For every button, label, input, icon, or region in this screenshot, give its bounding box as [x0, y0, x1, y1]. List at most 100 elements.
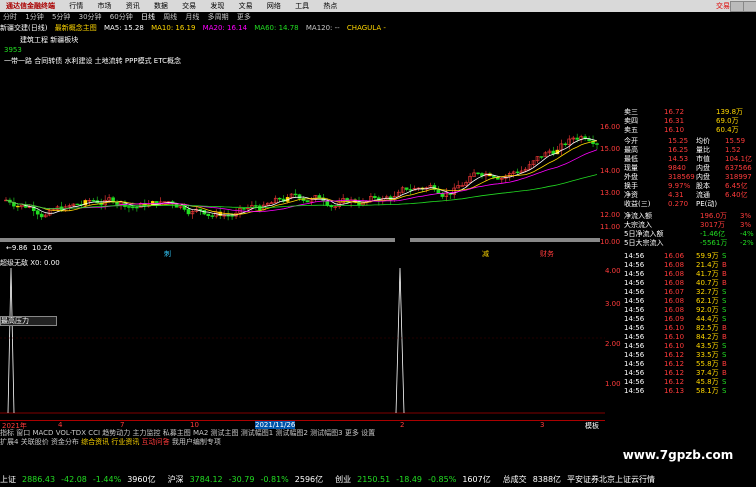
flow-label: 5日大宗流入 — [624, 239, 664, 247]
tick-price: 16.13 — [664, 387, 685, 395]
tick-price: 16.12 — [664, 378, 685, 386]
menu-item[interactable]: 发现 — [204, 0, 230, 12]
indicator-tab[interactable]: 测试幅图1 — [241, 429, 273, 437]
tick-side: S — [722, 342, 727, 350]
stat-row: 现量 9840 内盘 637566 — [600, 164, 756, 173]
index-quote[interactable]: 创业 2150.51 -18.49 -0.85% 1607亿 — [335, 475, 497, 484]
indicator-tab[interactable]: 窗口 — [16, 429, 30, 437]
indicator-tab[interactable]: 测试幅图2 — [275, 429, 307, 437]
menu-item[interactable]: 市场 — [91, 0, 117, 12]
period-tab[interactable]: 周线 — [160, 12, 180, 22]
flow-label: 5日净流入额 — [624, 230, 664, 238]
flow-pct: -2% — [740, 239, 754, 247]
tick-row: 14:56 16.10 82.5万 B — [600, 324, 756, 333]
stat-value: 6.45亿 — [725, 182, 748, 190]
indicator-tab[interactable]: CCI — [88, 429, 100, 437]
stat-label: 换手 — [624, 182, 638, 190]
index-chg: -30.79 — [228, 475, 255, 484]
indicator-name[interactable]: 最新概念主图 — [55, 24, 97, 32]
period-tab-selected[interactable]: 日线 — [138, 12, 158, 22]
menu-item[interactable]: 数据 — [148, 0, 174, 12]
indicator-tab[interactable]: 测试幅图3 — [310, 429, 342, 437]
stat-value: 637566 — [725, 164, 752, 172]
info-tab[interactable]: 行业资讯 — [111, 438, 139, 446]
sell-label: 卖三 — [624, 108, 638, 116]
tick-vol: 37.4万 — [696, 369, 719, 377]
flow-row: 大宗流入 3017万 3% — [600, 221, 756, 230]
menu-item[interactable]: 行情 — [63, 0, 89, 12]
stat-value: 9.97% — [668, 182, 691, 190]
stat-value: 318997 — [725, 173, 752, 181]
indicator-tab[interactable]: 设置 — [361, 429, 375, 437]
info-tab[interactable]: 互动问答 — [142, 438, 170, 446]
tick-side: B — [722, 324, 727, 332]
info-tab[interactable]: 扩展4 — [0, 438, 18, 446]
stat-row: 收益(三) 0.270 PE(动) — [600, 200, 756, 209]
period-tab[interactable]: 多周期 — [205, 12, 232, 22]
indicator-tab[interactable]: 主力监控 — [133, 429, 161, 437]
extra-label: CHAGULA - — [346, 24, 386, 32]
info-tab[interactable]: 关联股价 — [21, 438, 49, 446]
indicator-tab[interactable]: VOL-TDX — [56, 429, 86, 437]
stat-value: 104.1亿 — [725, 155, 753, 163]
info-tab[interactable]: 综合资讯 — [81, 438, 109, 446]
indicator-tabs: 指标 窗口 MACD VOL-TDX CCI 趋势动力 主力监控 私募主图 MA… — [0, 429, 605, 438]
period-tab[interactable]: 1分钟 — [22, 12, 46, 22]
stat-label: 内盘 — [696, 173, 710, 181]
indicator-tab[interactable]: 趋势动力 — [102, 429, 130, 437]
sub-indicator-chart[interactable] — [0, 258, 605, 418]
indicator-tab[interactable]: 指标 — [0, 429, 14, 437]
quote-panel: 卖三 16.72 139.8万 卖四 16.31 69.0万 卖五 16.10 60.4万 今开 1… — [600, 108, 756, 438]
flow-label: 大宗流入 — [624, 221, 652, 229]
spike-2 — [395, 267, 405, 414]
menu-item[interactable]: 热点 — [317, 0, 343, 12]
tick-vol: 43.5万 — [696, 342, 719, 350]
indicator-tab[interactable]: MACD — [32, 429, 53, 437]
close-icon[interactable] — [743, 1, 756, 12]
menu-item[interactable]: 网络 — [261, 0, 287, 12]
candle-body — [373, 196, 377, 199]
menu-bar: 通达信金融终端 行情 市场 资讯 数据 交易 发现 文易 网络 工具 热点 交易 — [0, 0, 756, 12]
candlestick-chart[interactable] — [0, 33, 605, 248]
tick-price: 16.12 — [664, 369, 685, 377]
tick-vol: 41.7万 — [696, 270, 719, 278]
period-tab[interactable]: 5分钟 — [49, 12, 73, 22]
period-tab[interactable]: 分时 — [0, 12, 20, 22]
candle-body — [277, 197, 282, 200]
candle-body — [131, 206, 135, 209]
tick-side: B — [722, 261, 727, 269]
indicator-tab[interactable]: 私募主图 — [163, 429, 191, 437]
stat-value: 15.25 — [668, 137, 689, 145]
period-tab[interactable]: 60分钟 — [107, 12, 136, 22]
index-quote[interactable]: 上证 2886.43 -42.08 -1.44% 3960亿 — [0, 475, 162, 484]
index-amt: 2596亿 — [294, 475, 324, 484]
tick-vol: 62.1万 — [696, 297, 719, 305]
tick-time: 14:56 — [624, 360, 645, 368]
index-quote[interactable]: 沪深 3784.12 -30.79 -0.81% 2596亿 — [168, 475, 330, 484]
tick-vol: 44.4万 — [696, 315, 719, 323]
status-extra: 平安证券北京上证云行情 — [567, 475, 656, 484]
tick-side: S — [722, 306, 727, 314]
menu-item[interactable]: 工具 — [289, 0, 315, 12]
info-tab[interactable]: 我用户编制专项 — [172, 438, 221, 446]
indicator-tab[interactable]: 测试主图 — [211, 429, 239, 437]
candle-body — [210, 215, 215, 217]
timeline: 2021年 4 7 10 2021/11/26 2 3 模板 — [0, 420, 605, 430]
period-tab[interactable]: 月线 — [182, 12, 202, 22]
indicator-tab[interactable]: 更多 — [345, 429, 359, 437]
menu-item[interactable]: 交易 — [176, 0, 202, 12]
index-chg: -42.08 — [61, 475, 87, 484]
tick-side: S — [722, 378, 727, 386]
menu-item[interactable]: 文易 — [233, 0, 259, 12]
period-tab[interactable]: 更多 — [234, 12, 254, 22]
tick-price: 16.12 — [664, 360, 685, 368]
menu-item[interactable]: 资讯 — [120, 0, 146, 12]
status-bar: 上证 2886.43 -42.08 -1.44% 3960亿 沪深 3784.12 -30.7… — [0, 473, 756, 487]
indicator-tab[interactable]: MA2 — [193, 429, 208, 437]
period-tab[interactable]: 30分钟 — [76, 12, 105, 22]
info-tab[interactable]: 资金分布 — [51, 438, 79, 446]
stock-title: 新疆交建(日线) — [0, 24, 48, 32]
sub-label-box[interactable]: 最高压力 — [0, 316, 57, 326]
ma10-label: MA10: 16.19 — [151, 24, 196, 32]
candle-body — [293, 193, 298, 196]
